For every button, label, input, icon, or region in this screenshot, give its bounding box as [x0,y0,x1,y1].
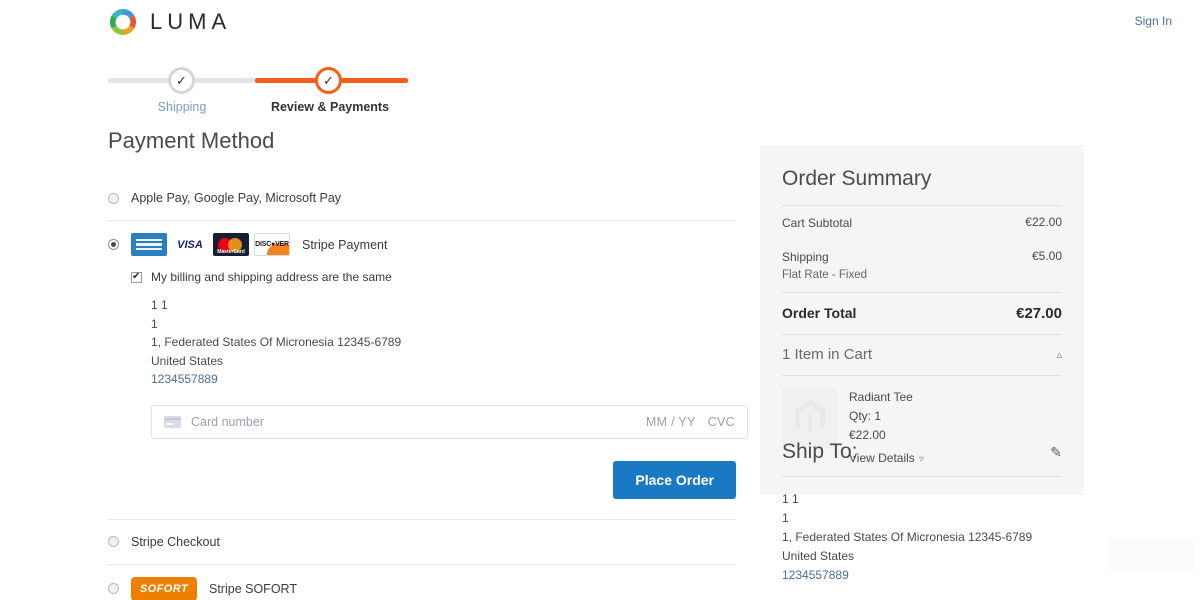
shipping-method-text: Flat Rate - Fixed [782,269,867,281]
page-header: LUMA Sign In [0,0,1200,46]
summary-row-total: Order Total €27.00 [782,292,1062,334]
check-icon: ✓ [176,73,187,88]
progress-label-shipping[interactable]: Shipping [122,100,242,114]
card-expiry-input[interactable]: MM / YY [646,415,696,429]
billing-name: 1 1 [151,298,168,312]
progress-step-shipping[interactable]: ✓ [168,67,195,94]
visa-logo-icon: VISA [172,233,208,256]
billing-phone[interactable]: 1234557889 [151,370,736,389]
payment-section: Payment Method Apple Pay, Google Pay, Mi… [108,128,748,600]
billing-same-label: My billing and shipping address are the … [151,270,392,284]
cart-item-name: Radiant Tee [849,390,913,404]
payment-method-stripe-sofort[interactable]: SOFORT Stripe SOFORT [108,565,736,600]
credit-card-icon [164,415,181,428]
radio-stripe-payment[interactable] [108,239,119,250]
cart-items-toggle[interactable]: 1 Item in Cart ▵ [782,334,1062,375]
summary-row-shipping: Shipping Flat Rate - Fixed €5.00 [782,240,1062,292]
ship-to-address: 1 1 1 1, Federated States Of Micronesia … [782,477,1062,585]
progress-label-review: Review & Payments [270,100,390,114]
page-title: Payment Method [108,128,275,153]
cart-items-count: 1 Item in Cart [782,346,873,363]
floating-widget-placeholder [1108,538,1194,572]
ship-to-city-region: 1, Federated States Of Micronesia 12345-… [782,530,1033,544]
check-icon: ✓ [323,73,334,88]
summary-row-subtotal: Cart Subtotal €22.00 [782,205,1062,240]
payment-method-label: Stripe Payment [302,237,388,252]
payment-method-wallets[interactable]: Apple Pay, Google Pay, Microsoft Pay [108,176,736,221]
billing-same-checkbox[interactable] [131,271,142,283]
shipping-value: €5.00 [1031,249,1062,263]
card-brand-logos: VISA MasterCard DISC●VER [131,233,290,256]
ship-to-section: Ship To: ✎ 1 1 1 1, Federated States Of … [760,440,1084,585]
ship-to-name: 1 1 [782,492,799,506]
billing-address: 1 1 1 1, Federated States Of Micronesia … [131,296,736,389]
stripe-payment-body: My billing and shipping address are the … [108,270,748,499]
site-logo[interactable]: LUMA [108,7,231,37]
subtotal-value: €22.00 [1025,215,1062,229]
payment-method-stripe-payment[interactable]: VISA MasterCard DISC●VER Stripe Payment … [108,221,748,520]
magento-placeholder-icon [794,400,825,434]
payment-method-label: Stripe SOFORT [209,581,297,596]
card-input-field[interactable]: Card number MM / YY CVC [151,404,748,439]
pencil-icon[interactable]: ✎ [1050,444,1062,461]
progress-step-review[interactable]: ✓ [315,67,342,94]
card-cvc-input[interactable]: CVC [708,415,735,429]
place-order-row: Place Order [131,460,736,499]
shipping-label: Shipping Flat Rate - Fixed [782,249,867,283]
card-number-input[interactable]: Card number [191,415,646,429]
radio-wallets[interactable] [108,192,119,204]
payment-method-stripe-checkout[interactable]: Stripe Checkout [108,520,736,565]
radio-stripe-sofort[interactable] [108,583,119,594]
ship-to-title: Ship To: [782,440,858,463]
mastercard-logo-icon: MasterCard [213,233,249,256]
shipping-label-text: Shipping [782,250,829,264]
checkout-progress-bar: ✓ ✓ Shipping Review & Payments [108,56,408,114]
sofort-logo-icon: SOFORT [131,576,197,600]
payment-method-label: Apple Pay, Google Pay, Microsoft Pay [131,191,342,205]
order-summary-title: Order Summary [782,167,932,190]
order-total-label: Order Total [782,305,857,321]
radio-stripe-checkout[interactable] [108,536,119,547]
chevron-up-icon[interactable]: ▵ [1056,348,1062,361]
ship-to-street: 1 [782,511,789,525]
ship-to-country: United States [782,549,855,563]
checkout-page: LUMA Sign In ✓ ✓ Shipping Review & Payme… [0,0,1200,600]
billing-same-as-shipping-row[interactable]: My billing and shipping address are the … [131,270,736,284]
place-order-button[interactable]: Place Order [613,460,736,499]
brand-name: LUMA [150,9,232,34]
luma-logo-icon [108,7,138,37]
discover-logo-icon: DISC●VER [254,233,290,256]
ship-to-header: Ship To: ✎ [782,440,1062,477]
billing-street: 1 [151,316,158,331]
cart-item-qty: Qty: 1 [849,409,882,423]
subtotal-label: Cart Subtotal [782,216,853,230]
billing-country: United States [151,353,224,368]
product-thumbnail [782,388,837,448]
amex-logo-icon [131,233,167,256]
sign-in-link[interactable]: Sign In [1135,14,1172,28]
order-total-value: €27.00 [1016,305,1062,322]
billing-city-region: 1, Federated States Of Micronesia 12345-… [151,335,402,349]
ship-to-phone[interactable]: 1234557889 [782,566,1062,585]
payment-method-label: Stripe Checkout [131,534,220,549]
